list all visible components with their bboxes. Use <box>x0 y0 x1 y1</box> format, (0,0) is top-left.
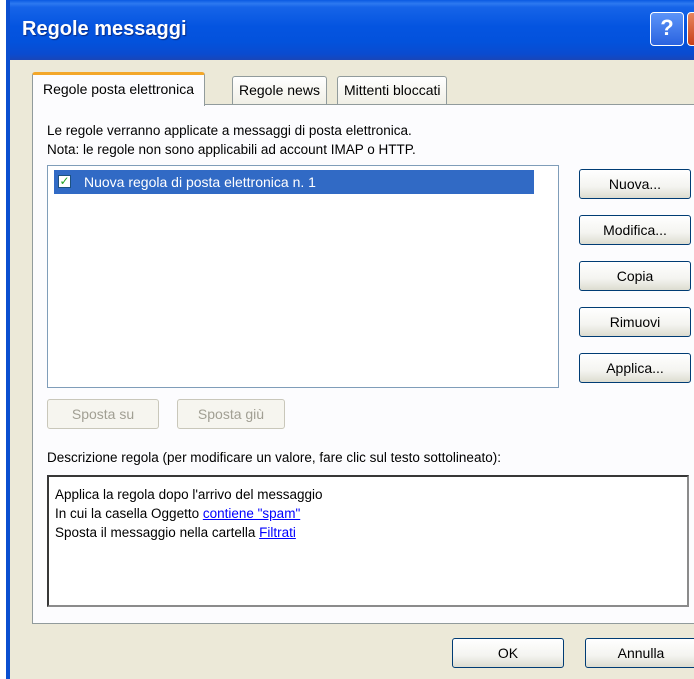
info-line-1: Le regole verranno applicate a messaggi … <box>47 123 412 138</box>
folder-link[interactable]: Filtrati <box>259 525 296 540</box>
description-box: Applica la regola dopo l'arrivo del mess… <box>47 475 689 607</box>
rule-item[interactable]: ✓ Nuova regola di posta elettronica n. 1 <box>54 170 534 194</box>
copy-button[interactable]: Copia <box>579 261 691 291</box>
subject-condition-link[interactable]: contiene "spam" <box>203 506 300 521</box>
cancel-button[interactable]: Annulla <box>585 638 694 668</box>
info-line-2: Nota: le regole non sono applicabili ad … <box>47 142 416 157</box>
rules-dialog: Regole messaggi ? X Regole posta elettro… <box>6 0 694 679</box>
rule-label: Nuova regola di posta elettronica n. 1 <box>84 174 316 190</box>
tab-news-rules[interactable]: Regole news <box>232 76 327 104</box>
move-up-button[interactable]: Sposta su <box>47 399 159 429</box>
help-button[interactable]: ? <box>650 12 684 46</box>
description-line-2: In cui la casella Oggetto contiene "spam… <box>55 504 681 523</box>
help-icon: ? <box>660 15 674 40</box>
tab-panel: Le regole verranno applicate a messaggi … <box>32 104 694 624</box>
rule-checkbox[interactable]: ✓ <box>58 175 71 188</box>
tab-email-rules[interactable]: Regole posta elettronica <box>32 72 205 106</box>
ok-button[interactable]: OK <box>452 638 564 668</box>
apply-button[interactable]: Applica... <box>579 353 691 383</box>
description-label: Descrizione regola (per modificare un va… <box>47 450 501 465</box>
move-down-button[interactable]: Sposta giù <box>177 399 285 429</box>
info-text: Le regole verranno applicate a messaggi … <box>47 121 416 159</box>
description-line-3: Sposta il messaggio nella cartella Filtr… <box>55 523 681 542</box>
title-bar[interactable]: Regole messaggi ? X <box>10 0 694 60</box>
new-button[interactable]: Nuova... <box>579 169 691 199</box>
description-line-1: Applica la regola dopo l'arrivo del mess… <box>55 487 323 502</box>
tab-blocked-senders[interactable]: Mittenti bloccati <box>337 76 448 104</box>
description-line-2-text: In cui la casella Oggetto <box>55 506 203 521</box>
edit-button[interactable]: Modifica... <box>579 215 691 245</box>
window-title: Regole messaggi <box>22 18 187 40</box>
close-button[interactable]: X <box>687 12 694 46</box>
rules-list[interactable]: ✓ Nuova regola di posta elettronica n. 1 <box>47 165 559 388</box>
description-line-3-text: Sposta il messaggio nella cartella <box>55 525 260 540</box>
remove-button[interactable]: Rimuovi <box>579 307 691 337</box>
